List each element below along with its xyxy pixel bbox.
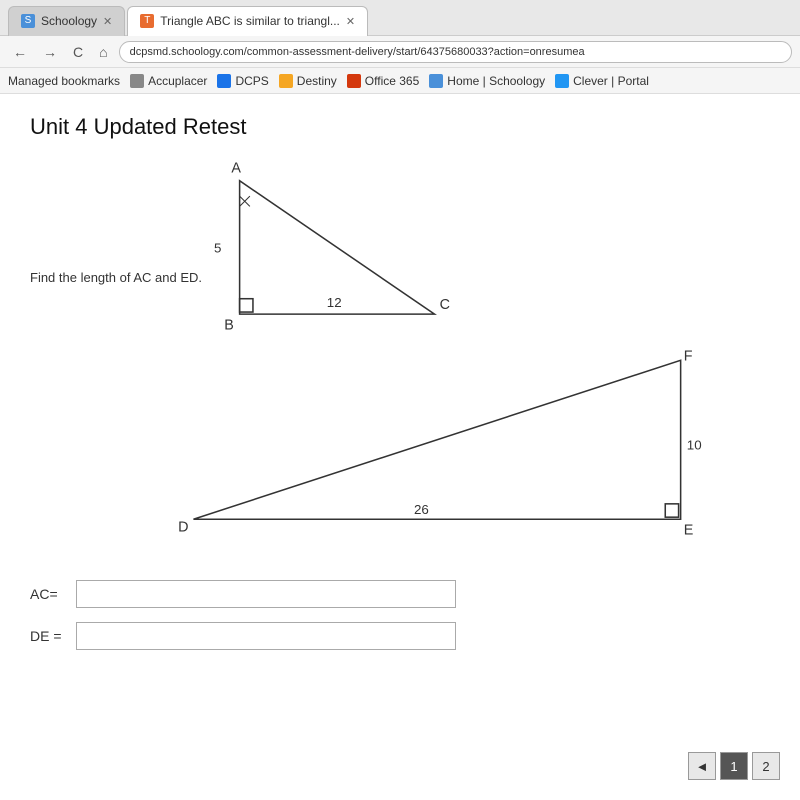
tab-schoology-label: Schoology [41,14,97,28]
managed-bookmarks-label: Managed bookmarks [8,74,120,88]
office365-label: Office 365 [365,74,419,88]
bookmark-office365[interactable]: Office 365 [347,74,419,88]
bookmarks-bar: Managed bookmarks Accuplacer DCPS Destin… [0,68,800,94]
bookmark-destiny[interactable]: Destiny [279,74,337,88]
current-page-button[interactable]: 1 [720,752,748,780]
svg-text:B: B [224,317,234,333]
bookmark-clever[interactable]: Clever | Portal [555,74,649,88]
destiny-icon [279,74,293,88]
bookmark-home-schoology[interactable]: Home | Schoology [429,74,545,88]
nav-bar: ← → C ⌂ [0,36,800,68]
clever-label: Clever | Portal [573,74,649,88]
svg-text:26: 26 [414,502,429,517]
svg-text:A: A [231,161,241,177]
page-title: Unit 4 Updated Retest [30,114,770,140]
ac-label: AC= [30,586,70,602]
ac-input[interactable] [76,580,456,608]
svg-text:12: 12 [327,295,342,310]
de-input[interactable] [76,622,456,650]
refresh-button[interactable]: C [68,42,88,62]
next-page-button[interactable]: 2 [752,752,780,780]
svg-text:5: 5 [214,241,221,256]
svg-text:F: F [684,348,693,364]
triangle-tab-icon: T [140,14,154,28]
browser-tab-bar: S Schoology ✕ T Triangle ABC is similar … [0,0,800,36]
svg-text:E: E [684,523,694,539]
dcps-icon [217,74,231,88]
back-button[interactable]: ← [8,42,32,62]
forward-button[interactable]: → [38,42,62,62]
destiny-label: Destiny [297,74,337,88]
pagination: ◄ 1 2 [688,752,780,780]
home-schoology-label: Home | Schoology [447,74,545,88]
bookmark-dcps[interactable]: DCPS [217,74,268,88]
home-schoology-icon [429,74,443,88]
clever-icon [555,74,569,88]
address-bar[interactable] [119,41,792,63]
svg-text:C: C [440,297,450,313]
accuplacer-icon [130,74,144,88]
tab-triangle-label: Triangle ABC is similar to triangl... [160,14,340,28]
svg-text:D: D [178,520,188,536]
de-label: DE = [30,628,70,644]
tab-bar: S Schoology ✕ T Triangle ABC is similar … [8,0,368,36]
tab-close-schoology[interactable]: ✕ [103,15,112,28]
question-area: Find the length of AC and ED. A B C 5 12 [30,150,770,570]
svg-text:10: 10 [687,437,702,452]
ac-input-row: AC= [30,580,770,608]
bookmark-accuplacer[interactable]: Accuplacer [130,74,207,88]
bookmark-managed[interactable]: Managed bookmarks [8,74,120,88]
dcps-label: DCPS [235,74,268,88]
tab-triangle[interactable]: T Triangle ABC is similar to triangl... … [127,6,368,36]
office365-icon [347,74,361,88]
tab-schoology[interactable]: S Schoology ✕ [8,6,125,36]
geometry-diagram: A B C 5 12 D E F 26 10 [130,150,780,550]
content-area: Unit 4 Updated Retest Find the length of… [0,94,800,800]
de-input-row: DE = [30,622,770,650]
tab-close-triangle[interactable]: ✕ [346,15,355,28]
prev-page-button[interactable]: ◄ [688,752,716,780]
input-section: AC= DE = [30,580,770,650]
home-button[interactable]: ⌂ [94,42,112,62]
schoology-tab-icon: S [21,14,35,28]
accuplacer-label: Accuplacer [148,74,207,88]
